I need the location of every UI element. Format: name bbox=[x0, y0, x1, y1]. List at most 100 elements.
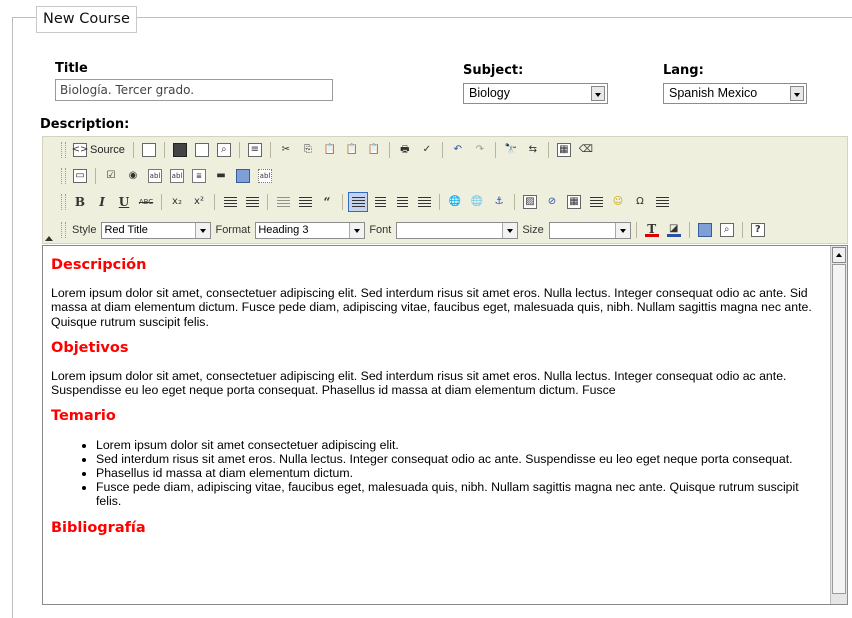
subject-select[interactable]: Biology bbox=[463, 83, 608, 104]
size-combo[interactable] bbox=[548, 221, 631, 239]
table-icon: ▦ bbox=[567, 195, 581, 209]
outdent-button[interactable] bbox=[273, 192, 293, 212]
paste-text-button[interactable]: 📋 bbox=[342, 140, 362, 160]
find-button[interactable]: 🔭 bbox=[501, 140, 521, 160]
editor-content-area[interactable]: Descripción Lorem ipsum dolor sit amet, … bbox=[42, 245, 848, 605]
toolbar-separator bbox=[269, 142, 271, 158]
toolbar-separator bbox=[163, 142, 165, 158]
chevron-down-icon bbox=[195, 222, 211, 238]
horizontal-rule-button[interactable] bbox=[586, 192, 606, 212]
align-left-button[interactable] bbox=[348, 192, 368, 212]
redo-button[interactable]: ↷ bbox=[470, 140, 490, 160]
templates-icon: ≡ bbox=[247, 143, 262, 157]
templates-button[interactable]: ≡ bbox=[245, 140, 265, 160]
subscript-button[interactable]: x₂ bbox=[167, 192, 187, 212]
copy-button[interactable]: ⎘ bbox=[298, 140, 318, 160]
image-button-button[interactable] bbox=[233, 166, 253, 186]
indent-button[interactable] bbox=[295, 192, 315, 212]
image-button[interactable]: ▨ bbox=[520, 192, 540, 212]
numbered-list-button[interactable] bbox=[220, 192, 240, 212]
anchor-button[interactable]: ⚓ bbox=[489, 192, 509, 212]
bold-icon: B bbox=[74, 195, 86, 209]
toolbar-separator bbox=[441, 142, 443, 158]
new-page-button[interactable] bbox=[139, 140, 159, 160]
select-all-button[interactable]: ▦ bbox=[554, 140, 574, 160]
horizontal-rule-icon bbox=[589, 196, 603, 208]
text-color-button[interactable]: T bbox=[642, 220, 662, 240]
subject-label: Subject: bbox=[463, 63, 524, 78]
source-icon: <> bbox=[71, 143, 89, 157]
lang-select[interactable]: Spanish Mexico bbox=[663, 83, 807, 104]
scroll-up-icon[interactable] bbox=[832, 247, 846, 263]
temario-list: Lorem ipsum dolor sit amet consectetuer … bbox=[51, 438, 827, 509]
cut-button[interactable]: ✂ bbox=[276, 140, 296, 160]
editor-document[interactable]: Descripción Lorem ipsum dolor sit amet, … bbox=[51, 246, 827, 549]
fieldset-legend: New Course bbox=[36, 6, 137, 33]
special-char-button[interactable]: Ω bbox=[630, 192, 650, 212]
maximize-button[interactable] bbox=[695, 220, 715, 240]
new-doc-button[interactable] bbox=[192, 140, 212, 160]
toolbar-grip bbox=[61, 142, 66, 158]
lang-select-value: Spanish Mexico bbox=[669, 86, 758, 100]
button-field-button[interactable]: ▬ bbox=[211, 166, 231, 186]
paste-word-icon: 📋 bbox=[367, 144, 381, 155]
align-center-button[interactable] bbox=[370, 192, 390, 212]
heading-bibliografia: Bibliografía bbox=[51, 519, 146, 536]
print-button[interactable]: 🖶 bbox=[395, 140, 415, 160]
font-combo[interactable] bbox=[396, 221, 519, 239]
bold-button[interactable]: B bbox=[70, 192, 90, 212]
checkbox-button[interactable]: ☑ bbox=[101, 166, 121, 186]
textfield-button[interactable]: abl bbox=[145, 166, 165, 186]
paste-button[interactable]: 📋 bbox=[320, 140, 340, 160]
align-right-button[interactable] bbox=[392, 192, 412, 212]
superscript-button[interactable]: x² bbox=[189, 192, 209, 212]
preview-icon: ⌕ bbox=[216, 143, 231, 157]
about-button[interactable]: ? bbox=[748, 220, 768, 240]
image-icon: ▨ bbox=[523, 195, 537, 209]
undo-button[interactable]: ↶ bbox=[448, 140, 468, 160]
spellcheck-button[interactable]: ✓ bbox=[417, 140, 437, 160]
form-icon: ▭ bbox=[73, 169, 87, 183]
format-combo[interactable]: Heading 3 bbox=[255, 221, 366, 239]
scrollbar-thumb[interactable] bbox=[832, 264, 846, 594]
justify-button[interactable] bbox=[414, 192, 434, 212]
toolbar-separator bbox=[342, 194, 343, 210]
title-input[interactable]: Biología. Tercer grado. bbox=[55, 79, 333, 101]
hidden-field-button[interactable]: abl bbox=[255, 166, 275, 186]
italic-button[interactable]: I bbox=[92, 192, 112, 212]
maximize-icon bbox=[697, 223, 712, 237]
collapse-toolbar-icon[interactable] bbox=[45, 236, 53, 241]
editor-toolbar: <> Source ⌕ ≡ ✂ ⎘ 📋 📋 📋 🖶 ✓ ↶ ↷ 🔭 ⇆ ▦ ⌫ … bbox=[42, 136, 848, 244]
select-field-button[interactable]: ≣ bbox=[189, 166, 209, 186]
bulleted-list-button[interactable] bbox=[242, 192, 262, 212]
toolbar-separator bbox=[547, 142, 549, 158]
cut-icon: ✂ bbox=[281, 144, 291, 155]
strikethrough-button[interactable]: ABC bbox=[136, 192, 156, 212]
underline-button[interactable]: U bbox=[114, 192, 134, 212]
replace-button[interactable]: ⇆ bbox=[523, 140, 543, 160]
flash-button[interactable]: ⊘ bbox=[542, 192, 562, 212]
editor-scrollbar[interactable] bbox=[830, 246, 847, 604]
blockquote-button[interactable]: “ bbox=[317, 192, 337, 212]
remove-format-button[interactable]: ⌫ bbox=[576, 140, 596, 160]
redo-icon: ↷ bbox=[475, 144, 485, 155]
textarea-button[interactable]: abl bbox=[167, 166, 187, 186]
bg-color-button[interactable]: ◪ bbox=[664, 220, 684, 240]
smiley-button[interactable]: ☺ bbox=[608, 192, 628, 212]
link-button[interactable]: 🌐 bbox=[445, 192, 465, 212]
toolbar-separator bbox=[688, 222, 690, 238]
textarea-icon: abl bbox=[170, 169, 184, 183]
preview-button[interactable]: ⌕ bbox=[214, 140, 234, 160]
table-button[interactable]: ▦ bbox=[564, 192, 584, 212]
save-button[interactable] bbox=[170, 140, 190, 160]
form-button[interactable]: ▭ bbox=[70, 166, 90, 186]
unlink-button[interactable]: 🌐 bbox=[467, 192, 487, 212]
paste-word-button[interactable]: 📋 bbox=[364, 140, 384, 160]
radio-button[interactable]: ◉ bbox=[123, 166, 143, 186]
style-combo[interactable]: Red Title bbox=[101, 221, 212, 239]
source-button[interactable]: <> Source bbox=[70, 140, 128, 160]
page-break-button[interactable] bbox=[652, 192, 672, 212]
anchor-icon: ⚓ bbox=[494, 196, 504, 207]
chevron-down-icon bbox=[349, 222, 365, 238]
show-blocks-button[interactable]: ⌕ bbox=[717, 220, 737, 240]
